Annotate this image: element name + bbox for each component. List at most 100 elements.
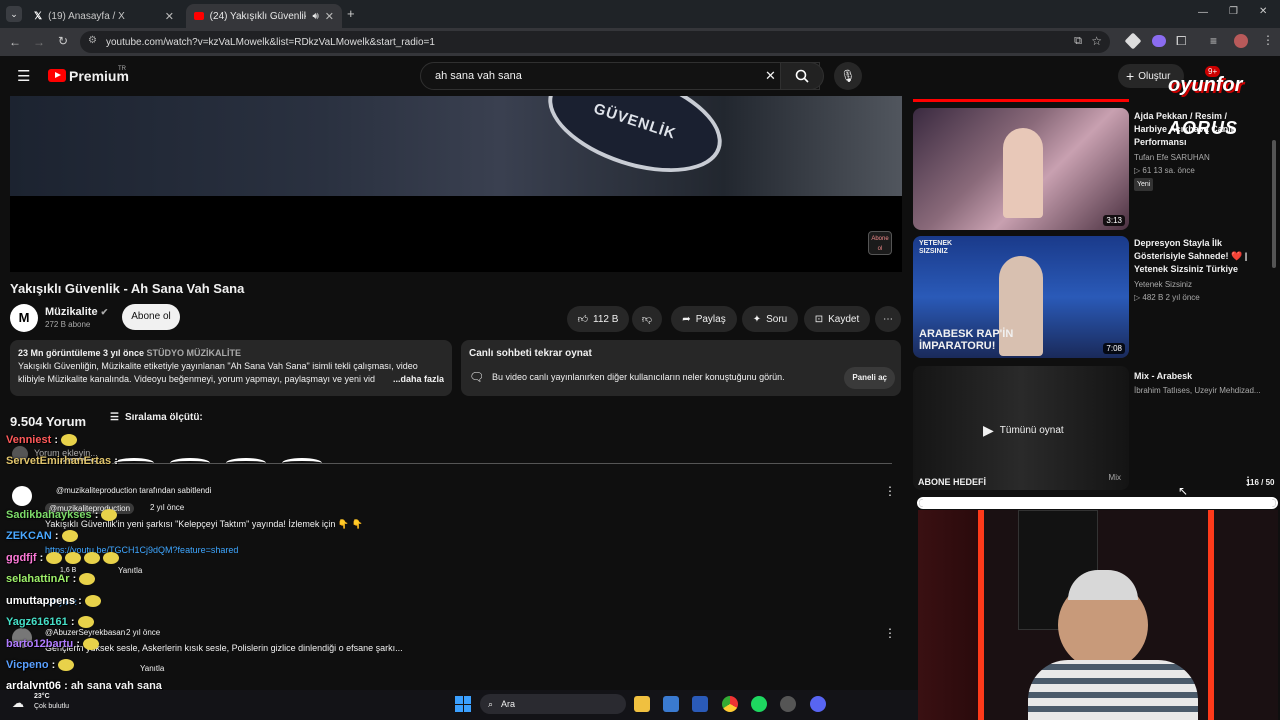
thumbs-up-icon: 👍︎ — [577, 314, 589, 325]
taskbar-search[interactable]: ⌕ Ara — [480, 694, 626, 714]
sort-button[interactable]: ☰ Sıralama ölçütü: — [110, 412, 203, 423]
play-all-label: Tümünü oynat — [999, 425, 1064, 436]
comment-menu-icon[interactable]: ⋮ — [884, 626, 896, 640]
comment-time[interactable]: 2 yıl önce — [150, 503, 184, 512]
menu-icon[interactable]: ☰ — [17, 67, 30, 85]
mix-thumbnail[interactable]: ▶ Tümünü oynat Mix — [913, 366, 1129, 490]
emote-icon — [101, 509, 118, 522]
play-all-button[interactable]: ▶ Tümünü oynat — [983, 422, 1064, 439]
description-text: Yakışıklı Güvenliğin, Müzikalite etiketi… — [18, 361, 418, 384]
chat-username: Sadikbahaykses — [6, 509, 92, 521]
tab-x-home[interactable]: 𝕏 (19) Anasayfa / X ✕ — [26, 4, 182, 28]
led-strip — [1208, 510, 1214, 720]
show-more-link[interactable]: ...daha fazla — [389, 373, 444, 386]
reload-icon[interactable]: ↻ — [52, 34, 74, 48]
chat-text: : — [39, 552, 44, 564]
chat-text: : — [94, 509, 99, 521]
new-tab-button[interactable]: + — [347, 6, 355, 21]
description-tag[interactable]: STÜDYO MÜZİKALİTE — [147, 348, 242, 358]
ask-button[interactable]: ✦ Soru — [742, 306, 798, 332]
profile-avatar[interactable] — [1234, 34, 1248, 48]
led-strip — [978, 510, 984, 720]
voice-search-button[interactable]: 🎙︎ — [834, 62, 862, 90]
subscribe-button[interactable]: Abone ol — [122, 304, 180, 330]
sidebar-thumbnail[interactable]: YETENEK SIZSINIZ ARABESK RAP'İN İMPARATO… — [913, 236, 1129, 358]
video-player[interactable]: GÜVENLİK Abone ol — [10, 96, 902, 272]
file-explorer-icon[interactable] — [634, 696, 650, 712]
share-label: Paylaş — [695, 313, 726, 325]
bookmark-star-icon[interactable]: ☆ — [1091, 34, 1102, 48]
chat-message: selahattinAr : — [6, 573, 96, 586]
chrome-icon[interactable] — [722, 696, 738, 712]
clear-search-icon[interactable]: ✕ — [765, 68, 776, 84]
chat-username: Venniest — [6, 434, 52, 446]
description-box[interactable]: 23 Mn görüntüleme 3 yıl önce STÜDYO MÜZİ… — [10, 340, 452, 396]
windows-start-icon[interactable] — [455, 696, 471, 712]
tab-label: (24) Yakışıklı Güvenlik - Ah — [209, 10, 307, 22]
tab-list-button[interactable]: ⌄ — [6, 6, 22, 22]
channel-name[interactable]: Müzikalite ✔ — [45, 306, 108, 318]
mouse-cursor-icon: ↖ — [1178, 484, 1189, 498]
sidebar-channel[interactable]: Yetenek Sizsiniz — [1134, 278, 1192, 291]
taskbar: ☁ 23°C Çok bulutlu ⌕ Ara — [0, 690, 918, 720]
settings-icon[interactable] — [780, 696, 796, 712]
emote-icon — [65, 552, 82, 565]
sidebar-video-title[interactable]: Mix - Arabesk — [1134, 370, 1192, 383]
browser-menu-icon[interactable]: ⋮ — [1262, 33, 1274, 47]
chat-username: barto12bartu — [6, 638, 74, 650]
sidebar-scrollbar[interactable] — [1272, 140, 1276, 268]
close-tab-icon[interactable]: ✕ — [165, 10, 174, 23]
comment-menu-icon[interactable]: ⋮ — [884, 484, 896, 498]
reply-button[interactable]: Yanıtla — [118, 566, 142, 575]
channel-name-text: Müzikalite — [45, 306, 98, 318]
address-bar[interactable]: ⚙ youtube.com/watch?v=kzVaLMowelk&list=R… — [80, 31, 1110, 53]
chat-text: : — [54, 530, 59, 542]
channel-avatar[interactable]: M — [10, 304, 38, 332]
emote-icon — [84, 595, 101, 608]
extension-icon[interactable] — [1152, 35, 1166, 47]
store-icon[interactable] — [663, 696, 679, 712]
mail-icon[interactable] — [692, 696, 708, 712]
search-input[interactable]: ah sana vah sana ✕ — [420, 62, 820, 90]
reply-button[interactable]: Yanıtla — [140, 664, 164, 673]
search-button[interactable] — [780, 62, 824, 90]
minimize-button[interactable]: — — [1198, 7, 1208, 18]
comment-count: 9.504 Yorum — [10, 414, 87, 429]
more-actions-button[interactable]: ⋯ — [875, 306, 901, 332]
share-icon: ➦ — [682, 313, 691, 325]
maximize-button[interactable]: ❐ — [1229, 6, 1238, 17]
extensions-puzzle-icon[interactable]: ⧠ — [1176, 33, 1186, 49]
chat-username: Vicpeno — [6, 659, 49, 671]
open-panel-button[interactable]: Paneli aç — [844, 367, 895, 389]
media-control-icon[interactable]: ≡ — [1210, 34, 1217, 48]
microphone-icon: 🎙︎ — [840, 69, 856, 83]
close-window-button[interactable]: ✕ — [1259, 6, 1267, 17]
dislike-button[interactable]: 👎︎ — [632, 306, 662, 332]
site-info-icon[interactable]: ⚙ — [88, 35, 97, 46]
close-tab-icon[interactable]: ✕ — [325, 10, 334, 23]
back-icon[interactable]: ← — [4, 35, 26, 49]
tab-youtube-video[interactable]: (24) Yakışıklı Güvenlik - Ah 🔊︎ ✕ — [186, 4, 342, 28]
sidebar-thumbnail[interactable]: 3:13 — [913, 108, 1129, 230]
audio-icon[interactable]: 🔊︎ — [312, 11, 318, 22]
sidebar-channel[interactable]: İbrahim Tatlıses, Uzeyir Mehdizad... — [1134, 384, 1261, 397]
region-code: TR — [118, 66, 126, 72]
subscriber-goal-fill — [919, 499, 1276, 507]
thumbnail-logo-text: YETENEK SIZSINIZ — [919, 240, 953, 255]
search-icon: ⌕ — [488, 698, 494, 709]
channel-watermark[interactable]: Abone ol — [868, 231, 892, 255]
youtube-logo-icon[interactable] — [48, 69, 66, 82]
comment-time[interactable]: 2 yıl önce — [126, 628, 160, 637]
share-button[interactable]: ➦ Paylaş — [671, 306, 737, 332]
comment-author-avatar[interactable] — [12, 486, 32, 506]
install-icon[interactable]: ⧉ — [1074, 35, 1082, 48]
comment-author[interactable]: @AbuzerSeyrekbasan — [45, 628, 125, 637]
save-button[interactable]: ⊡ Kaydet — [804, 306, 870, 332]
like-button[interactable]: 👍︎ 112 B — [567, 306, 629, 332]
discord-icon[interactable] — [810, 696, 826, 712]
sidebar-video-title[interactable]: Depresyon Stayla İlk Gösterisiyle Sahned… — [1134, 237, 1248, 276]
forward-icon[interactable]: → — [28, 35, 50, 49]
spotify-icon[interactable] — [751, 696, 767, 712]
extension-icon[interactable] — [1124, 32, 1142, 50]
sidebar-channel[interactable]: Tufan Efe SARUHAN — [1134, 151, 1210, 164]
